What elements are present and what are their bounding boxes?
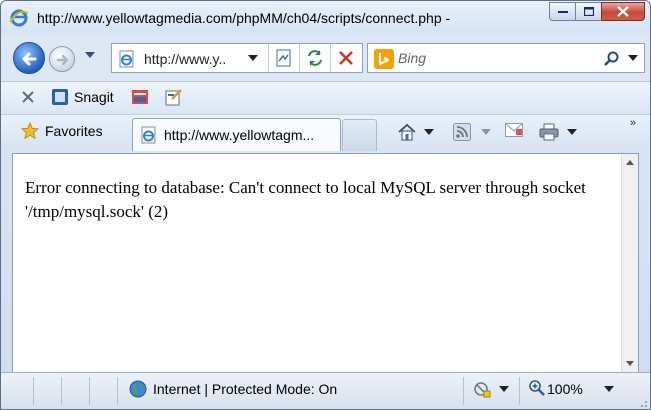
ie-page-icon: [141, 126, 156, 144]
navigation-bar: http://www.y.. Bing: [1, 37, 650, 79]
search-box[interactable]: Bing: [367, 43, 645, 73]
zoom-level[interactable]: 100%: [547, 381, 583, 397]
compatibility-view-button[interactable]: [268, 44, 299, 72]
status-divider: [519, 377, 520, 405]
search-input[interactable]: Bing: [398, 50, 426, 66]
print-chevron-down-icon[interactable]: [567, 129, 577, 135]
home-icon: [398, 123, 416, 141]
security-zone[interactable]: Internet | Protected Mode: On: [153, 381, 337, 397]
print-button[interactable]: [539, 123, 577, 141]
globe-icon: [129, 380, 147, 398]
scroll-up-icon[interactable]: [626, 160, 634, 165]
feeds-button[interactable]: [453, 123, 491, 141]
print-icon: [539, 123, 559, 141]
status-bar: Internet | Protected Mode: On 100%: [1, 372, 650, 409]
rss-icon: [453, 123, 471, 141]
close-button[interactable]: [601, 2, 645, 21]
tab-connect-php[interactable]: http://www.yellowtagm...: [132, 118, 341, 151]
page-content: Error connecting to database: Can't conn…: [12, 153, 639, 372]
feeds-chevron-down-icon[interactable]: [481, 129, 491, 135]
back-button[interactable]: [13, 42, 45, 74]
star-icon: [21, 122, 39, 140]
snagit-edit-icon[interactable]: [164, 87, 184, 107]
protected-mode-icon[interactable]: [472, 379, 492, 399]
close-icon: [617, 6, 629, 17]
address-tools: [268, 44, 361, 72]
address-bar[interactable]: http://www.y..: [111, 43, 363, 73]
zoom-chevron-down-icon[interactable]: [604, 386, 614, 392]
back-arrow-icon: [22, 52, 37, 66]
window-title: http://www.yellowtagmedia.com/phpMM/ch04…: [37, 10, 451, 26]
refresh-button[interactable]: [299, 44, 330, 72]
search-icon[interactable]: [604, 51, 620, 67]
status-divider: [463, 377, 464, 405]
favorites-button[interactable]: Favorites: [21, 122, 103, 140]
snagit-icon: [52, 89, 68, 105]
tab-title: http://www.yellowtagm...: [164, 127, 315, 143]
snagit-button[interactable]: Snagit: [74, 89, 114, 105]
favorites-bar: Favorites http://www.yellowtagm... »: [1, 114, 650, 151]
home-button[interactable]: [397, 123, 434, 141]
stop-icon: [339, 51, 353, 65]
refresh-icon: [308, 50, 322, 66]
vertical-scrollbar[interactable]: [621, 154, 638, 372]
status-divider: [89, 377, 90, 405]
window-controls: [549, 2, 645, 21]
address-chevron-down-icon[interactable]: [248, 55, 258, 61]
address-input[interactable]: http://www.y..: [144, 51, 226, 67]
resize-grip-icon[interactable]: [638, 398, 648, 408]
bing-icon: [374, 49, 394, 69]
snagit-capture-icon[interactable]: [131, 88, 149, 106]
ie-page-icon: [119, 50, 134, 68]
close-x-icon[interactable]: [21, 90, 35, 104]
protected-mode-chevron-down-icon[interactable]: [499, 386, 509, 392]
stop-button[interactable]: [330, 44, 361, 72]
maximize-button[interactable]: [575, 2, 602, 21]
error-message: Error connecting to database: Can't conn…: [25, 178, 586, 221]
forward-button[interactable]: [49, 46, 75, 72]
status-divider: [117, 377, 118, 405]
scroll-down-icon[interactable]: [626, 361, 634, 366]
status-divider: [33, 377, 34, 405]
new-tab-button[interactable]: [342, 119, 377, 151]
favorites-label: Favorites: [45, 123, 103, 139]
minimize-button[interactable]: [549, 2, 576, 21]
status-divider: [61, 377, 62, 405]
ie-icon: [9, 9, 29, 27]
zoom-icon[interactable]: [528, 379, 546, 397]
home-chevron-down-icon[interactable]: [424, 129, 434, 135]
recent-pages-chevron-down-icon[interactable]: [85, 52, 95, 58]
forward-arrow-icon: [56, 54, 69, 66]
mail-button[interactable]: [505, 123, 523, 137]
search-chevron-down-icon[interactable]: [628, 55, 638, 61]
maximize-icon: [583, 7, 594, 16]
mail-icon: [505, 123, 523, 137]
browser-window: http://www.yellowtagmedia.com/phpMM/ch04…: [0, 0, 651, 410]
compat-view-icon: [276, 49, 291, 67]
command-toolbar: Snagit: [1, 81, 650, 113]
more-tools-chevron-icon[interactable]: »: [630, 117, 636, 129]
title-bar: http://www.yellowtagmedia.com/phpMM/ch04…: [1, 1, 650, 35]
minimize-icon: [557, 10, 568, 13]
